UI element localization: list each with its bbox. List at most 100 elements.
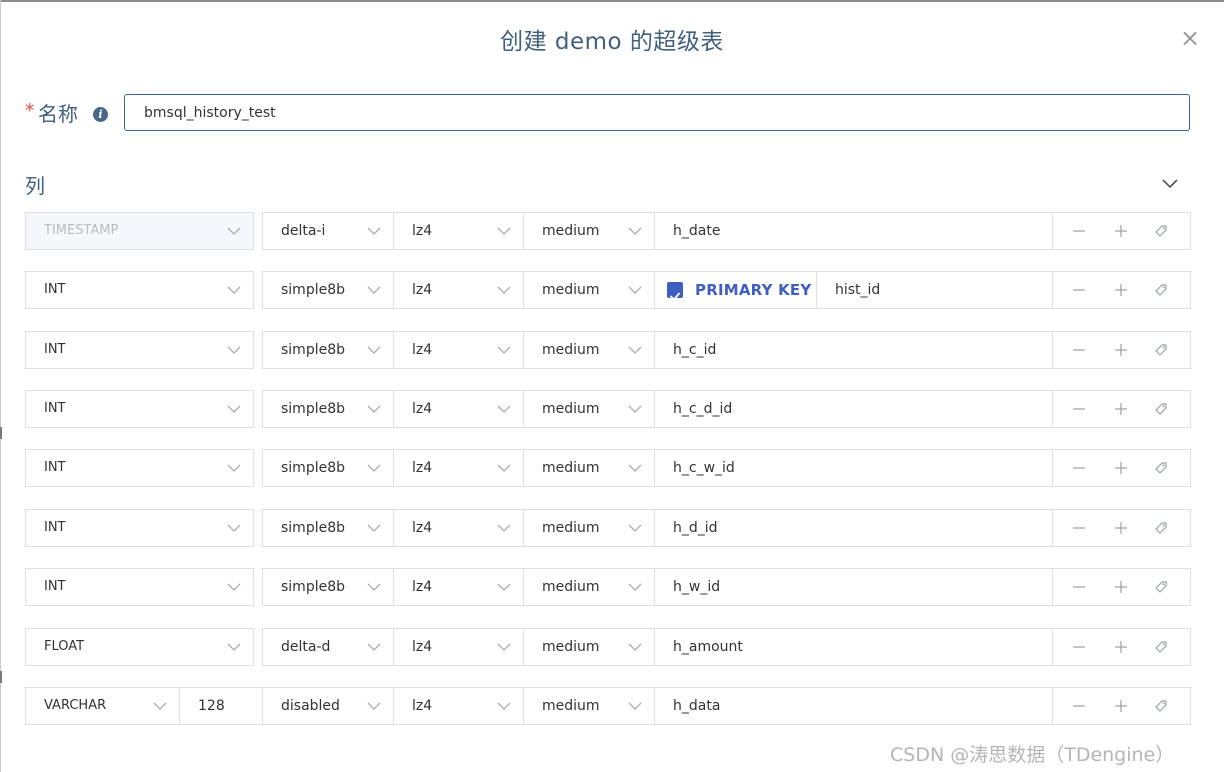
compression-select[interactable]: lz4 [393,628,524,666]
plus-icon[interactable] [1113,698,1129,714]
column-name-input[interactable]: h_amount [654,628,1053,666]
column-row: TIMESTAMP delta-i lz4 medium h_date [25,212,1191,250]
encoding-select[interactable]: simple8b [262,449,394,487]
level-select[interactable]: medium [523,390,655,428]
primary-key-checkbox[interactable]: PRIMARY KEY [654,271,817,309]
compression-select[interactable]: lz4 [393,449,524,487]
minus-icon[interactable] [1071,639,1087,655]
level-select[interactable]: medium [523,628,655,666]
encoding-select[interactable]: simple8b [262,331,394,369]
tag-icon[interactable] [1153,401,1169,417]
minus-icon[interactable] [1071,223,1087,239]
column-name-input[interactable]: h_c_w_id [654,449,1053,487]
compression-value: lz4 [412,342,433,358]
compression-select[interactable]: lz4 [393,687,524,725]
info-icon[interactable]: i [93,107,108,122]
compression-value: lz4 [412,223,433,239]
column-type-select[interactable]: INT [25,271,254,309]
column-row: INT simple8b lz4 medium h_w_id [25,568,1191,606]
minus-icon[interactable] [1071,401,1087,417]
supertable-name-input[interactable] [124,94,1190,131]
plus-icon[interactable] [1113,460,1129,476]
column-name-input[interactable]: h_c_d_id [654,390,1053,428]
row-actions [1052,687,1191,725]
column-name-input[interactable]: h_data [654,687,1053,725]
column-name-value: h_w_id [673,579,721,595]
level-select[interactable]: medium [523,449,655,487]
tag-icon[interactable] [1153,520,1169,536]
column-name-input[interactable]: h_date [654,212,1053,250]
compression-value: lz4 [412,639,433,655]
compression-select[interactable]: lz4 [393,390,524,428]
chevron-down-icon[interactable] [1158,172,1182,196]
tag-icon[interactable] [1153,282,1169,298]
close-icon[interactable]: × [1178,26,1202,50]
column-type-select[interactable]: INT [25,331,254,369]
encoding-select[interactable]: delta-d [262,628,394,666]
level-select[interactable]: medium [523,212,655,250]
tag-icon[interactable] [1153,342,1169,358]
compression-select[interactable]: lz4 [393,568,524,606]
minus-icon[interactable] [1071,342,1087,358]
encoding-select[interactable]: simple8b [262,509,394,547]
chevron-down-icon [367,464,381,472]
compression-select[interactable]: lz4 [393,509,524,547]
column-name-value: h_c_id [673,342,717,358]
level-select[interactable]: medium [523,687,655,725]
tag-icon[interactable] [1153,698,1169,714]
column-length-input[interactable]: 128 [179,687,263,725]
minus-icon[interactable] [1071,698,1087,714]
plus-icon[interactable] [1113,520,1129,536]
column-type-value: INT [44,401,66,416]
encoding-select[interactable]: delta-i [262,212,394,250]
encoding-select[interactable]: disabled [262,687,394,725]
tag-icon[interactable] [1153,579,1169,595]
level-value: medium [542,401,600,417]
plus-icon[interactable] [1113,223,1129,239]
compression-select[interactable]: lz4 [393,331,524,369]
column-type-select[interactable]: INT [25,449,254,487]
row-actions [1052,212,1191,250]
minus-icon[interactable] [1071,460,1087,476]
column-name-input[interactable]: h_c_id [654,331,1053,369]
column-type-select[interactable]: FLOAT [25,628,254,666]
chevron-down-icon [497,227,511,235]
minus-icon[interactable] [1071,282,1087,298]
level-select[interactable]: medium [523,331,655,369]
column-type-select[interactable]: INT [25,568,254,606]
column-name-input[interactable]: hist_id [816,271,1053,309]
chevron-down-icon [227,286,241,294]
row-actions [1052,331,1191,369]
column-type-select[interactable]: VARCHAR [25,687,180,725]
encoding-select[interactable]: simple8b [262,390,394,428]
tag-icon[interactable] [1153,639,1169,655]
column-type-select[interactable]: INT [25,390,254,428]
encoding-select[interactable]: simple8b [262,568,394,606]
minus-icon[interactable] [1071,520,1087,536]
column-name-input[interactable]: h_w_id [654,568,1053,606]
column-type-value: INT [44,579,66,594]
plus-icon[interactable] [1113,639,1129,655]
column-name-value: hist_id [835,282,881,298]
level-select[interactable]: medium [523,509,655,547]
column-type-select[interactable]: INT [25,509,254,547]
tag-icon[interactable] [1153,223,1169,239]
compression-select[interactable]: lz4 [393,271,524,309]
name-label: 名称 [38,102,78,126]
plus-icon[interactable] [1113,282,1129,298]
tag-icon[interactable] [1153,460,1169,476]
checkbox-checked-icon[interactable] [667,282,683,301]
plus-icon[interactable] [1113,579,1129,595]
column-name-value: h_amount [673,639,743,655]
level-select[interactable]: medium [523,568,655,606]
plus-icon[interactable] [1113,342,1129,358]
compression-select[interactable]: lz4 [393,212,524,250]
chevron-down-icon [367,702,381,710]
minus-icon[interactable] [1071,579,1087,595]
chevron-down-icon [497,346,511,354]
encoding-select[interactable]: simple8b [262,271,394,309]
plus-icon[interactable] [1113,401,1129,417]
column-name-input[interactable]: h_d_id [654,509,1053,547]
chevron-down-icon [497,583,511,591]
level-select[interactable]: medium [523,271,655,309]
